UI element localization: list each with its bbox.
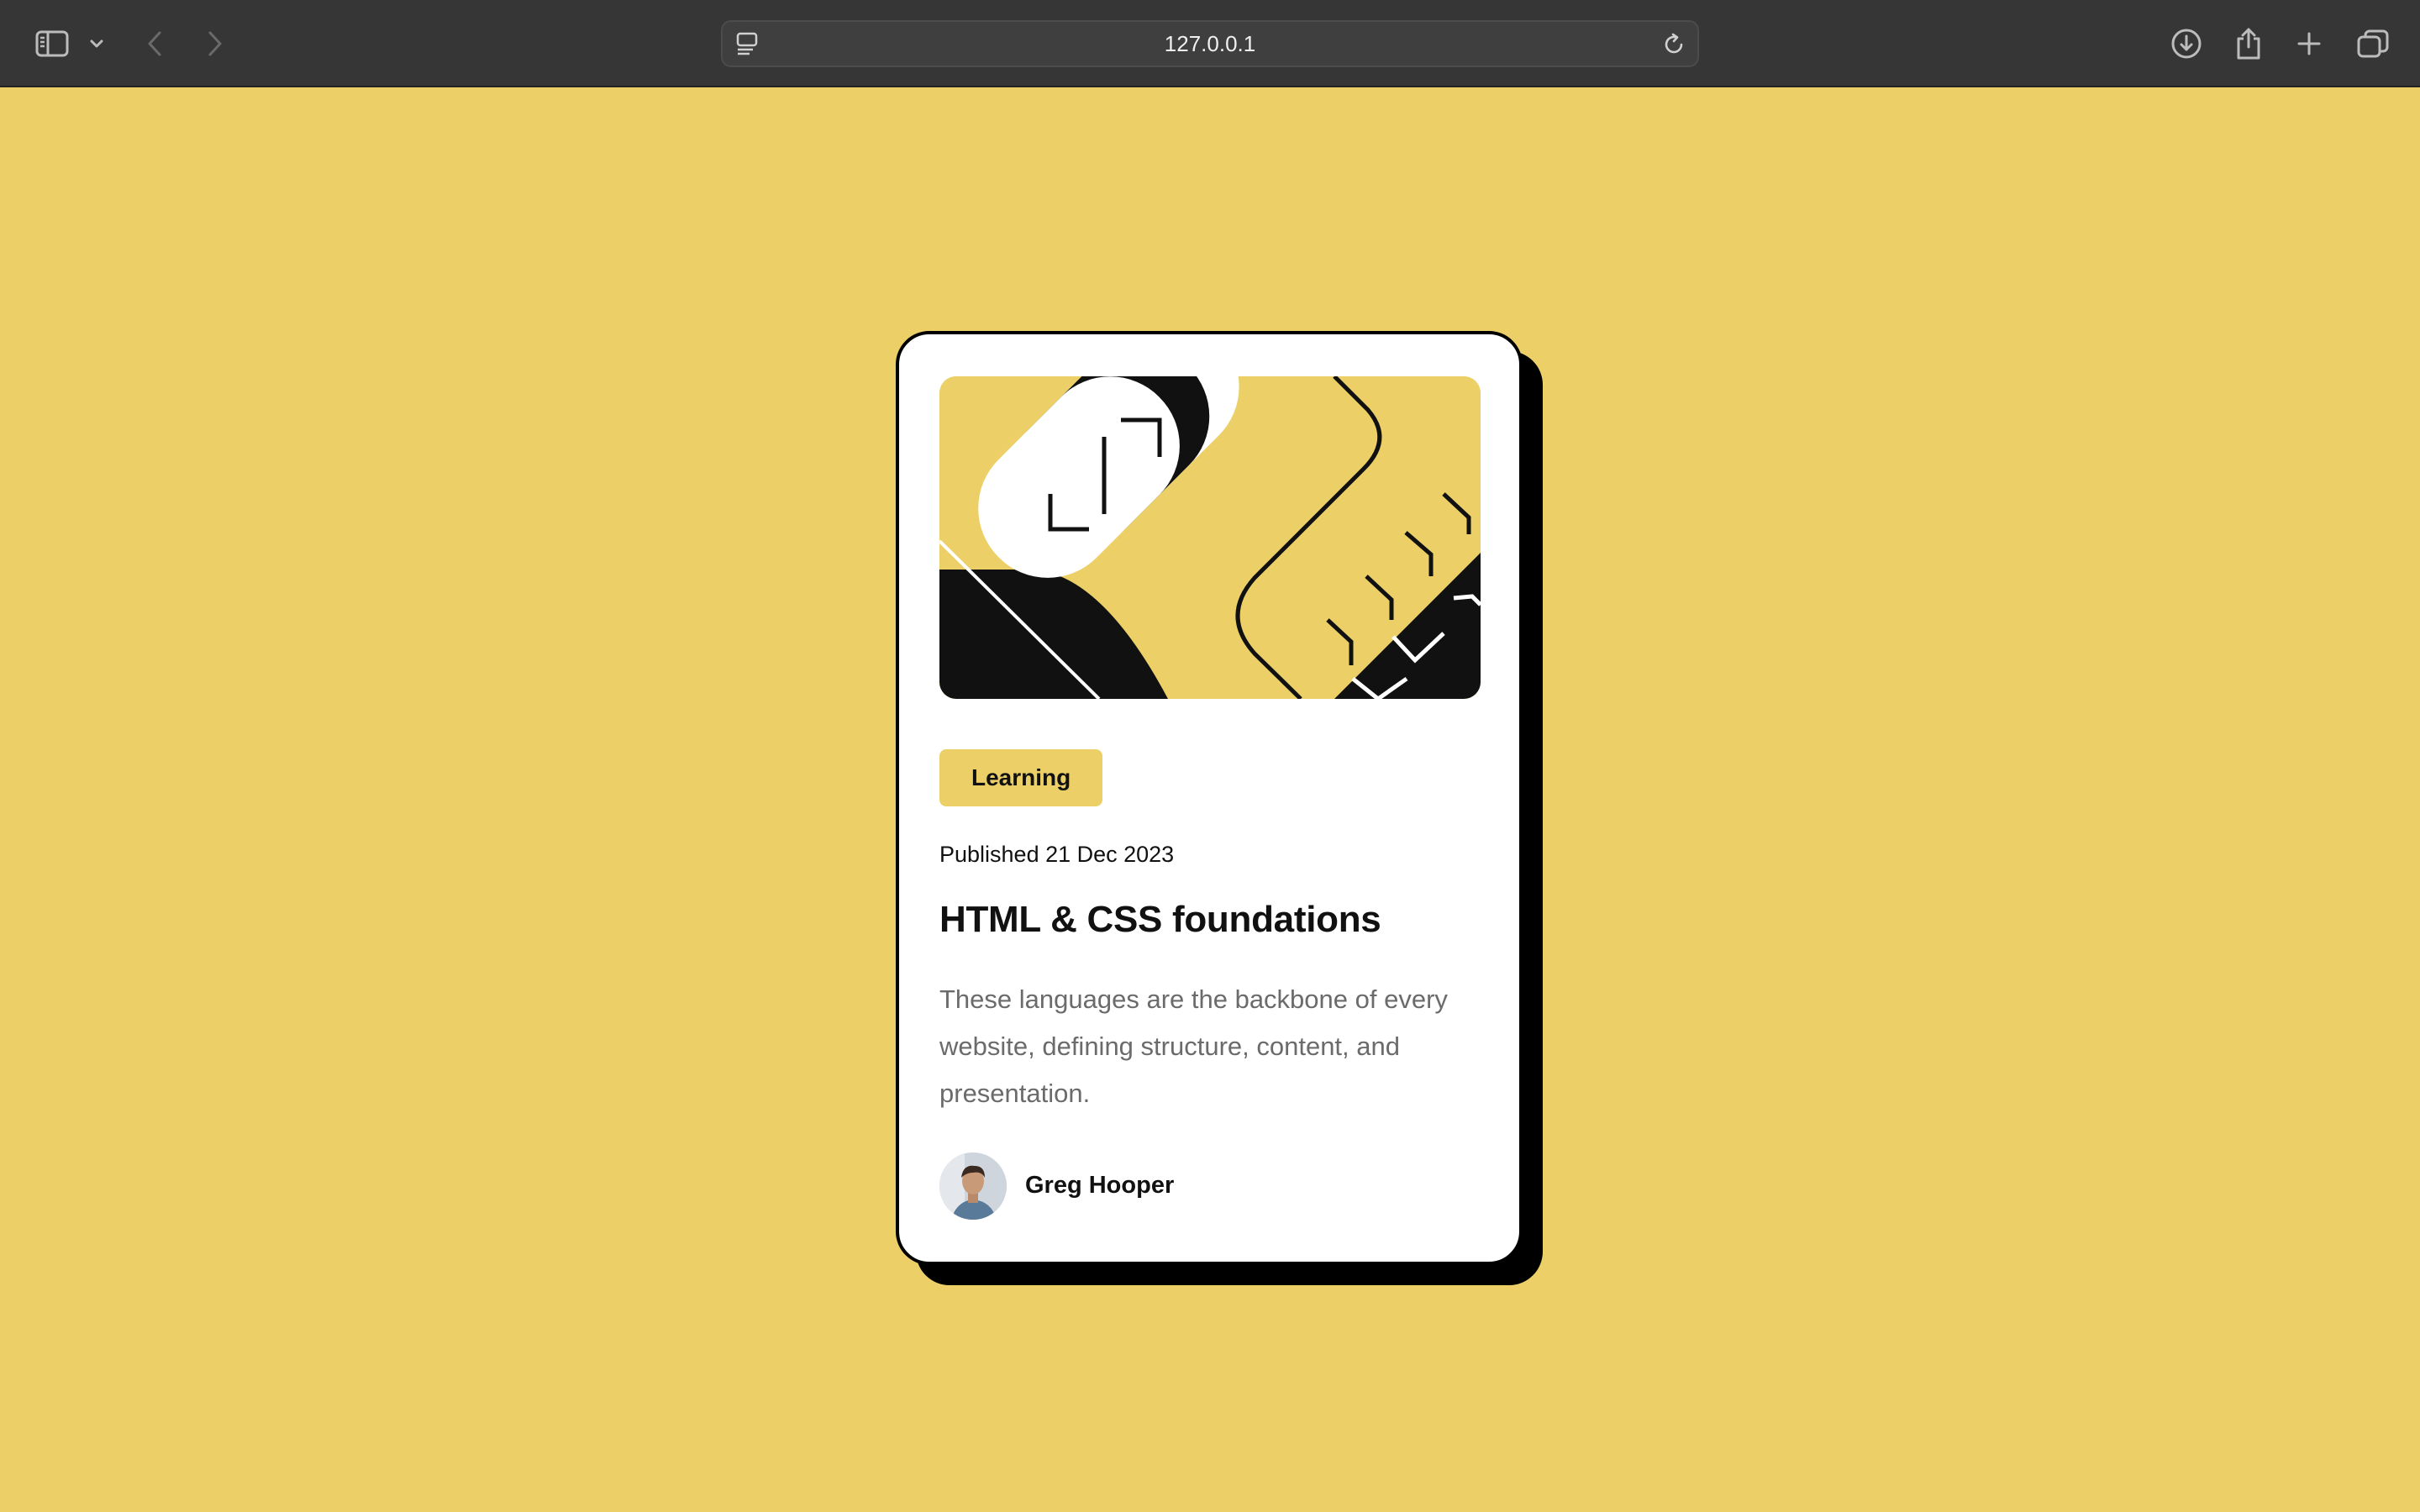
card-description: These languages are the backbone of ever… [939,984,1448,1108]
card-title[interactable]: HTML & CSS foundations [939,899,1381,941]
forward-arrow-icon [208,31,222,56]
url-text: 127.0.0.1 [1164,31,1256,56]
tab-overview-button[interactable] [2349,18,2396,69]
author-photo [939,1152,1007,1220]
tabs-icon [2357,29,2389,58]
downloads-button[interactable] [2165,18,2208,69]
blog-preview-card: Learning Published 21 Dec 2023 HTML & CS… [896,331,1523,1265]
sidebar-menu-button[interactable] [84,18,109,69]
share-icon [2237,28,2260,60]
back-button[interactable] [136,18,173,69]
new-tab-button[interactable] [2287,18,2331,69]
sidebar-icon [35,30,69,57]
published-date: Published 21 Dec 2023 [939,842,1175,867]
plus-icon [2297,32,2321,55]
author-name: Greg Hooper [1025,1172,1175,1199]
illustration-image [939,376,1481,699]
back-arrow-icon [148,31,161,56]
share-button[interactable] [2227,18,2270,69]
browser-toolbar: 127.0.0.1 [0,0,2420,87]
category-tag: Learning [939,749,1103,806]
card-illustration [939,376,1481,699]
address-bar[interactable]: 127.0.0.1 [721,20,1699,67]
sidebar-toggle-button[interactable] [25,18,79,69]
avatar [939,1152,1007,1220]
download-icon [2171,29,2202,59]
chevron-down-icon [90,39,103,48]
forward-button[interactable] [197,18,234,69]
reload-icon[interactable] [1660,31,1687,58]
